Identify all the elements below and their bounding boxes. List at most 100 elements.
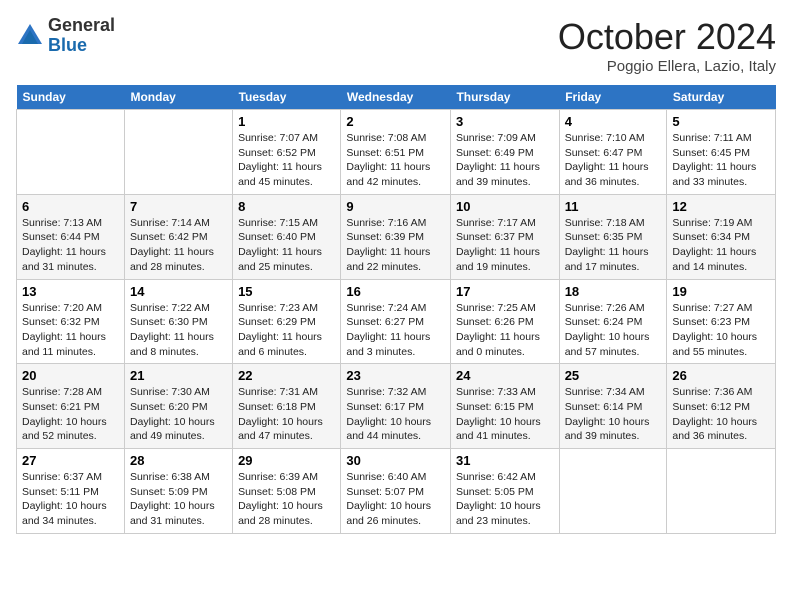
- title-block: October 2024 Poggio Ellera, Lazio, Italy: [558, 16, 776, 75]
- logo-icon: [16, 22, 44, 50]
- day-number: 25: [565, 368, 662, 383]
- calendar-cell: 6 Sunrise: 7:13 AMSunset: 6:44 PMDaylight…: [17, 194, 125, 279]
- day-number: 16: [346, 284, 445, 299]
- day-number: 1: [238, 114, 335, 129]
- day-number: 12: [672, 199, 770, 214]
- day-info: Sunrise: 7:09 AMSunset: 6:49 PMDaylight:…: [456, 131, 554, 190]
- day-number: 10: [456, 199, 554, 214]
- calendar-cell: 26 Sunrise: 7:36 AMSunset: 6:12 PMDayligh…: [667, 364, 776, 449]
- day-number: 22: [238, 368, 335, 383]
- day-number: 28: [130, 453, 227, 468]
- day-info: Sunrise: 7:27 AMSunset: 6:23 PMDaylight:…: [672, 301, 770, 360]
- day-number: 7: [130, 199, 227, 214]
- calendar-cell: 8 Sunrise: 7:15 AMSunset: 6:40 PMDaylight…: [233, 194, 341, 279]
- day-info: Sunrise: 7:11 AMSunset: 6:45 PMDaylight:…: [672, 131, 770, 190]
- calendar-cell: 29 Sunrise: 6:39 AMSunset: 5:08 PMDayligh…: [233, 449, 341, 534]
- day-info: Sunrise: 7:13 AMSunset: 6:44 PMDaylight:…: [22, 216, 119, 275]
- calendar-cell: 1 Sunrise: 7:07 AMSunset: 6:52 PMDaylight…: [233, 110, 341, 195]
- calendar-cell: 31 Sunrise: 6:42 AMSunset: 5:05 PMDayligh…: [450, 449, 559, 534]
- day-number: 5: [672, 114, 770, 129]
- day-header-sunday: Sunday: [17, 85, 125, 110]
- day-number: 30: [346, 453, 445, 468]
- location: Poggio Ellera, Lazio, Italy: [558, 58, 776, 75]
- day-number: 6: [22, 199, 119, 214]
- calendar-cell: 3 Sunrise: 7:09 AMSunset: 6:49 PMDaylight…: [450, 110, 559, 195]
- day-info: Sunrise: 6:39 AMSunset: 5:08 PMDaylight:…: [238, 470, 335, 529]
- day-info: Sunrise: 7:33 AMSunset: 6:15 PMDaylight:…: [456, 385, 554, 444]
- day-number: 29: [238, 453, 335, 468]
- day-number: 11: [565, 199, 662, 214]
- day-info: Sunrise: 6:40 AMSunset: 5:07 PMDaylight:…: [346, 470, 445, 529]
- calendar-cell: 21 Sunrise: 7:30 AMSunset: 6:20 PMDayligh…: [124, 364, 232, 449]
- day-header-friday: Friday: [559, 85, 667, 110]
- day-number: 19: [672, 284, 770, 299]
- calendar-cell: 27Sunrise: 6:37 AMSunset: 5:11 PMDayligh…: [17, 449, 125, 534]
- day-info: Sunrise: 7:17 AMSunset: 6:37 PMDaylight:…: [456, 216, 554, 275]
- calendar-cell: 25 Sunrise: 7:34 AMSunset: 6:14 PMDayligh…: [559, 364, 667, 449]
- logo-general-text: General: [48, 15, 115, 35]
- calendar-week-row: 1 Sunrise: 7:07 AMSunset: 6:52 PMDaylight…: [17, 110, 776, 195]
- day-number: 26: [672, 368, 770, 383]
- day-info: Sunrise: 6:38 AMSunset: 5:09 PMDaylight:…: [130, 470, 227, 529]
- day-info: Sunrise: 6:42 AMSunset: 5:05 PMDaylight:…: [456, 470, 554, 529]
- day-header-thursday: Thursday: [450, 85, 559, 110]
- calendar-cell: 28 Sunrise: 6:38 AMSunset: 5:09 PMDayligh…: [124, 449, 232, 534]
- day-info: Sunrise: 7:16 AMSunset: 6:39 PMDaylight:…: [346, 216, 445, 275]
- calendar-cell: 10 Sunrise: 7:17 AMSunset: 6:37 PMDayligh…: [450, 194, 559, 279]
- day-number: 17: [456, 284, 554, 299]
- day-header-saturday: Saturday: [667, 85, 776, 110]
- day-info: Sunrise: 7:15 AMSunset: 6:40 PMDaylight:…: [238, 216, 335, 275]
- calendar-week-row: 27Sunrise: 6:37 AMSunset: 5:11 PMDayligh…: [17, 449, 776, 534]
- calendar-cell: 4 Sunrise: 7:10 AMSunset: 6:47 PMDaylight…: [559, 110, 667, 195]
- day-number: 8: [238, 199, 335, 214]
- day-number: 3: [456, 114, 554, 129]
- day-info: Sunrise: 7:10 AMSunset: 6:47 PMDaylight:…: [565, 131, 662, 190]
- calendar-table: SundayMondayTuesdayWednesdayThursdayFrid…: [16, 85, 776, 534]
- calendar-cell: 17Sunrise: 7:25 AMSunset: 6:26 PMDayligh…: [450, 279, 559, 364]
- day-number: 24: [456, 368, 554, 383]
- calendar-cell: [559, 449, 667, 534]
- calendar-cell: [17, 110, 125, 195]
- day-info: Sunrise: 7:31 AMSunset: 6:18 PMDaylight:…: [238, 385, 335, 444]
- calendar-cell: [124, 110, 232, 195]
- calendar-week-row: 6 Sunrise: 7:13 AMSunset: 6:44 PMDaylight…: [17, 194, 776, 279]
- calendar-cell: 18 Sunrise: 7:26 AMSunset: 6:24 PMDayligh…: [559, 279, 667, 364]
- day-info: Sunrise: 7:32 AMSunset: 6:17 PMDaylight:…: [346, 385, 445, 444]
- calendar-cell: 20Sunrise: 7:28 AMSunset: 6:21 PMDayligh…: [17, 364, 125, 449]
- logo-blue-text: Blue: [48, 35, 87, 55]
- calendar-week-row: 20Sunrise: 7:28 AMSunset: 6:21 PMDayligh…: [17, 364, 776, 449]
- day-info: Sunrise: 7:26 AMSunset: 6:24 PMDaylight:…: [565, 301, 662, 360]
- calendar-cell: 14 Sunrise: 7:22 AMSunset: 6:30 PMDayligh…: [124, 279, 232, 364]
- day-number: 14: [130, 284, 227, 299]
- day-info: Sunrise: 7:34 AMSunset: 6:14 PMDaylight:…: [565, 385, 662, 444]
- day-number: 4: [565, 114, 662, 129]
- day-number: 20: [22, 368, 119, 383]
- day-info: Sunrise: 6:37 AMSunset: 5:11 PMDaylight:…: [22, 470, 119, 529]
- day-info: Sunrise: 7:22 AMSunset: 6:30 PMDaylight:…: [130, 301, 227, 360]
- calendar-cell: 13Sunrise: 7:20 AMSunset: 6:32 PMDayligh…: [17, 279, 125, 364]
- day-header-monday: Monday: [124, 85, 232, 110]
- calendar-cell: 5 Sunrise: 7:11 AMSunset: 6:45 PMDaylight…: [667, 110, 776, 195]
- day-number: 13: [22, 284, 119, 299]
- calendar-cell: 7 Sunrise: 7:14 AMSunset: 6:42 PMDaylight…: [124, 194, 232, 279]
- day-number: 18: [565, 284, 662, 299]
- day-number: 9: [346, 199, 445, 214]
- calendar-header-row: SundayMondayTuesdayWednesdayThursdayFrid…: [17, 85, 776, 110]
- day-info: Sunrise: 7:30 AMSunset: 6:20 PMDaylight:…: [130, 385, 227, 444]
- calendar-cell: 24 Sunrise: 7:33 AMSunset: 6:15 PMDayligh…: [450, 364, 559, 449]
- day-info: Sunrise: 7:36 AMSunset: 6:12 PMDaylight:…: [672, 385, 770, 444]
- day-info: Sunrise: 7:08 AMSunset: 6:51 PMDaylight:…: [346, 131, 445, 190]
- day-header-tuesday: Tuesday: [233, 85, 341, 110]
- day-number: 23: [346, 368, 445, 383]
- calendar-week-row: 13Sunrise: 7:20 AMSunset: 6:32 PMDayligh…: [17, 279, 776, 364]
- calendar-cell: [667, 449, 776, 534]
- calendar-cell: 22 Sunrise: 7:31 AMSunset: 6:18 PMDayligh…: [233, 364, 341, 449]
- day-info: Sunrise: 7:14 AMSunset: 6:42 PMDaylight:…: [130, 216, 227, 275]
- day-number: 15: [238, 284, 335, 299]
- calendar-cell: 12Sunrise: 7:19 AMSunset: 6:34 PMDayligh…: [667, 194, 776, 279]
- day-number: 21: [130, 368, 227, 383]
- day-number: 31: [456, 453, 554, 468]
- month-title: October 2024: [558, 16, 776, 58]
- day-info: Sunrise: 7:07 AMSunset: 6:52 PMDaylight:…: [238, 131, 335, 190]
- day-number: 2: [346, 114, 445, 129]
